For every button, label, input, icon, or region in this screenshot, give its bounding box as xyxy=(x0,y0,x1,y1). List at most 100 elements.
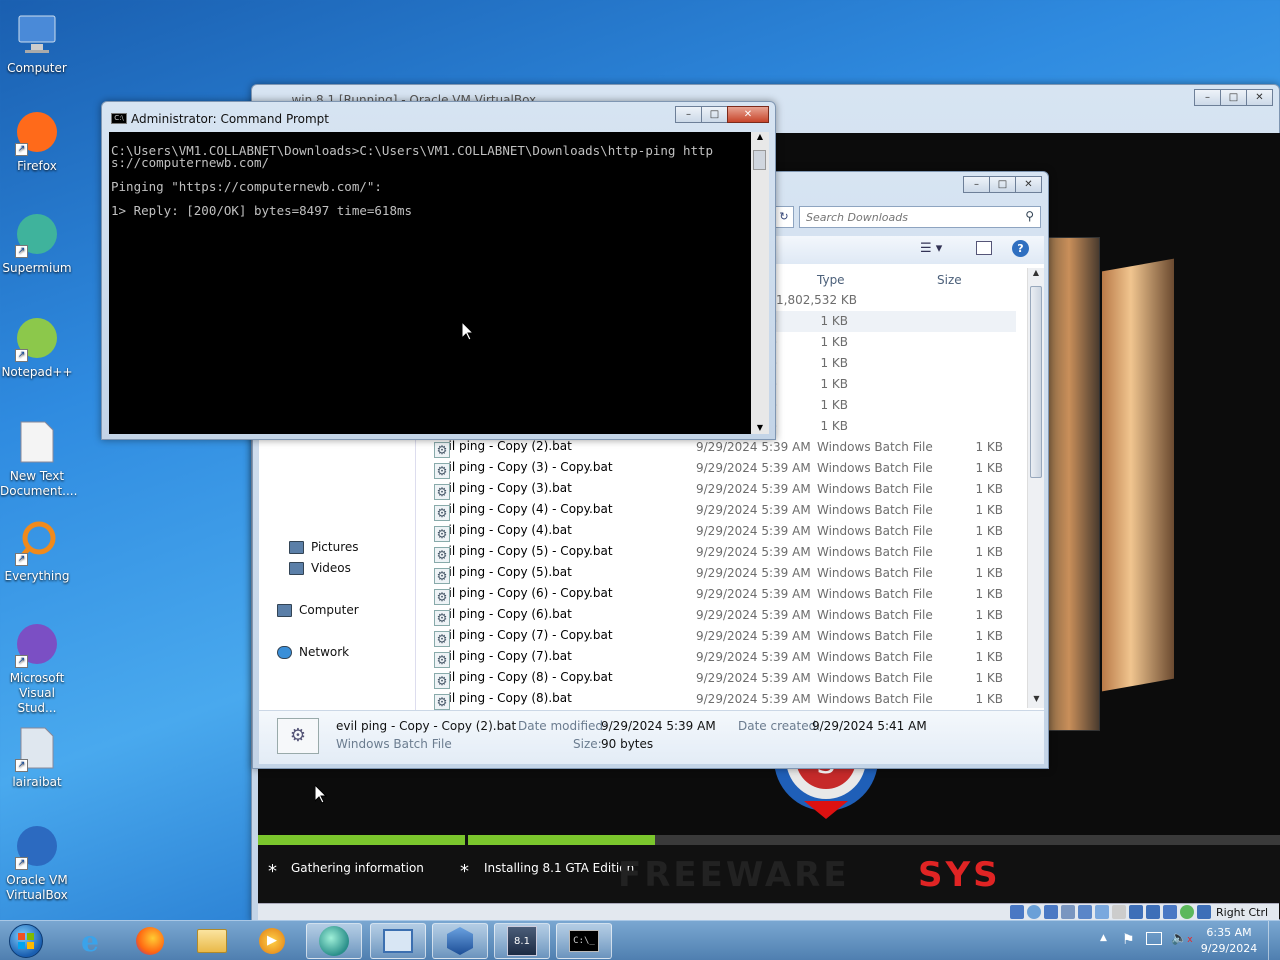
taskbar-remote-desktop[interactable] xyxy=(370,923,426,959)
scroll-up-arrow[interactable]: ▲ xyxy=(1028,268,1044,282)
table-row[interactable]: ⚙ evil ping - Copy (5) - Copy.bat 9/29/202… xyxy=(416,542,1016,563)
file-date: 9/29/2024 5:39 AM xyxy=(696,692,811,706)
close-button[interactable]: ✕ xyxy=(1015,176,1042,193)
file-date: 9/29/2024 5:39 AM xyxy=(696,524,811,538)
desktop-icon[interactable]: ↗ Oracle VM VirtualBox xyxy=(0,822,74,903)
maximize-button[interactable]: □ xyxy=(1220,89,1247,106)
cmd-scrollbar[interactable]: ▲ ▼ xyxy=(751,132,769,434)
minimize-button[interactable]: – xyxy=(1194,89,1221,106)
nav-item[interactable]: Computer xyxy=(277,603,359,617)
search-input[interactable] xyxy=(800,207,1010,227)
nav-item[interactable]: Videos xyxy=(289,561,351,575)
table-row[interactable]: ⚙ evil ping - Copy (4).bat 9/29/2024 5:39 … xyxy=(416,521,1016,542)
table-row[interactable]: ⚙ evil ping - Copy (8).bat 9/29/2024 5:39 … xyxy=(416,689,1016,710)
scroll-down-arrow[interactable]: ▼ xyxy=(1028,694,1044,708)
file-type: Windows Batch File xyxy=(817,587,933,601)
table-row[interactable]: ⚙ evil ping - Copy (6) - Copy.bat 9/29/202… xyxy=(416,584,1016,605)
star-icon: * xyxy=(268,861,277,882)
taskbar-virtualbox[interactable] xyxy=(432,923,488,959)
file-size: 1 KB xyxy=(820,419,848,433)
minimize-button[interactable]: – xyxy=(675,106,702,123)
batch-file-icon: ⚙ xyxy=(434,484,450,500)
clock[interactable]: 6:35 AM 9/29/2024 xyxy=(1196,925,1262,957)
batch-file-large-icon: ⚙ xyxy=(277,718,319,754)
cmd-icon: C:\ xyxy=(111,113,127,124)
file-size: 1 KB xyxy=(975,671,1003,685)
table-row[interactable]: ⚙ evil ping - Copy (7).bat 9/29/2024 5:39 … xyxy=(416,647,1016,668)
taskbar-internet-explorer[interactable]: e xyxy=(62,923,118,959)
desktop-icon[interactable]: ↗ Everything xyxy=(0,518,74,584)
scroll-up-arrow[interactable]: ▲ xyxy=(751,132,769,141)
batch-file-icon: ⚙ xyxy=(434,526,450,542)
desktop-icon[interactable]: New Text Document.... xyxy=(0,418,77,499)
file-size: 1 KB xyxy=(975,650,1003,664)
file-size: 1 KB xyxy=(820,335,848,349)
progress-left-label: Gathering information xyxy=(291,861,424,875)
brand-text-left: FREEWARE xyxy=(618,855,850,895)
folder-icon xyxy=(197,929,227,953)
network-tray-icon[interactable] xyxy=(1146,932,1162,945)
column-header-size[interactable]: Size xyxy=(937,273,962,287)
preview-pane-icon[interactable] xyxy=(976,241,992,255)
scroll-down-arrow[interactable]: ▼ xyxy=(751,423,769,432)
table-row[interactable]: ⚙ evil ping - Copy (7) - Copy.bat 9/29/202… xyxy=(416,626,1016,647)
desktop-icon[interactable]: ↗ Notepad++ xyxy=(0,314,74,380)
scroll-thumb[interactable] xyxy=(1030,286,1042,478)
maximize-button[interactable]: □ xyxy=(701,106,728,123)
table-row[interactable]: ⚙ evil ping - Copy (3) - Copy.bat 9/29/202… xyxy=(416,458,1016,479)
shortcut-arrow-icon: ↗ xyxy=(15,857,28,870)
table-row[interactable]: ⚙ evil ping - Copy (8) - Copy.bat 9/29/202… xyxy=(416,668,1016,689)
cmd-console[interactable]: C:\Users\VM1.COLLABNET\Downloads>C:\User… xyxy=(109,132,769,434)
media-player-icon: ▶ xyxy=(259,928,285,954)
file-name-text: evil ping - Copy (6).bat xyxy=(434,607,572,621)
action-center-flag-icon[interactable]: ⚑ xyxy=(1122,932,1135,948)
details-size-value: 90 bytes xyxy=(601,737,654,751)
guest-photo-panel xyxy=(1102,258,1174,692)
shortcut-arrow-icon: ↗ xyxy=(15,143,28,156)
volume-muted-icon[interactable]: 🔈x xyxy=(1171,931,1193,946)
tray-show-hidden-icon[interactable]: ▲ xyxy=(1100,933,1107,943)
scroll-thumb[interactable] xyxy=(753,150,766,170)
close-button[interactable]: ✕ xyxy=(727,106,769,123)
supermium-icon: ↗ xyxy=(13,210,61,258)
desktop-icon[interactable]: ↗ Supermium xyxy=(0,210,74,276)
taskbar-win81-installer[interactable]: 8.1 xyxy=(494,923,550,959)
maximize-button[interactable]: □ xyxy=(989,176,1016,193)
desktop-icon[interactable]: Computer xyxy=(0,10,74,76)
mouse-cursor xyxy=(315,785,327,804)
vertical-scrollbar[interactable]: ▲ ▼ xyxy=(1027,268,1044,708)
table-row[interactable]: ⚙ evil ping - Copy (2).bat 9/29/2024 5:39 … xyxy=(416,437,1016,458)
taskbar-command-prompt[interactable]: C:\_ xyxy=(556,923,612,959)
nav-item[interactable]: Pictures xyxy=(289,540,359,554)
start-button[interactable] xyxy=(0,923,52,959)
table-row[interactable]: ⚙ evil ping - Copy (5).bat 9/29/2024 5:39 … xyxy=(416,563,1016,584)
show-desktop-button[interactable] xyxy=(1268,921,1280,960)
file-date: 9/29/2024 5:39 AM xyxy=(696,587,811,601)
desktop-icon[interactable]: ↗ Firefox xyxy=(0,108,74,174)
help-icon[interactable]: ? xyxy=(1012,240,1029,257)
view-options-icon[interactable]: ☰ ▾ xyxy=(920,241,942,256)
column-header-type[interactable]: Type xyxy=(817,273,845,287)
desktop-icon[interactable]: ↗ lairaibat xyxy=(0,724,74,790)
refresh-button[interactable]: ↻ xyxy=(774,206,794,228)
taskbar-supermium[interactable] xyxy=(306,923,362,959)
cmd-caption-buttons: – □ ✕ xyxy=(675,106,769,123)
table-row[interactable]: ⚙ evil ping - Copy (6).bat 9/29/2024 5:39 … xyxy=(416,605,1016,626)
taskbar-firefox[interactable] xyxy=(122,923,178,959)
table-row[interactable]: ⚙ evil ping - Copy (3).bat 9/29/2024 5:39 … xyxy=(416,479,1016,500)
taskbar-media-player[interactable]: ▶ xyxy=(244,923,300,959)
network-icon xyxy=(277,646,292,659)
details-modified-label: Date modified: xyxy=(518,719,608,733)
desktop-icon-label: Everything xyxy=(4,569,70,583)
close-button[interactable]: ✕ xyxy=(1246,89,1273,106)
file-date: 9/29/2024 5:39 AM xyxy=(696,671,811,685)
batch-file-icon: ⚙ xyxy=(434,568,450,584)
nav-item[interactable]: Network xyxy=(277,645,349,659)
table-row[interactable]: ⚙ evil ping - Copy (4) - Copy.bat 9/29/202… xyxy=(416,500,1016,521)
desktop-icon[interactable]: ↗ Microsoft Visual Stud... xyxy=(0,620,74,716)
command-prompt-window[interactable]: C:\ Administrator: Command Prompt – □ ✕ C:… xyxy=(101,101,776,440)
minimize-button[interactable]: – xyxy=(963,176,990,193)
search-box[interactable]: ⚲ xyxy=(799,206,1041,228)
file-name-text: evil ping - Copy (7).bat xyxy=(434,649,572,663)
taskbar-file-explorer[interactable] xyxy=(184,923,240,959)
